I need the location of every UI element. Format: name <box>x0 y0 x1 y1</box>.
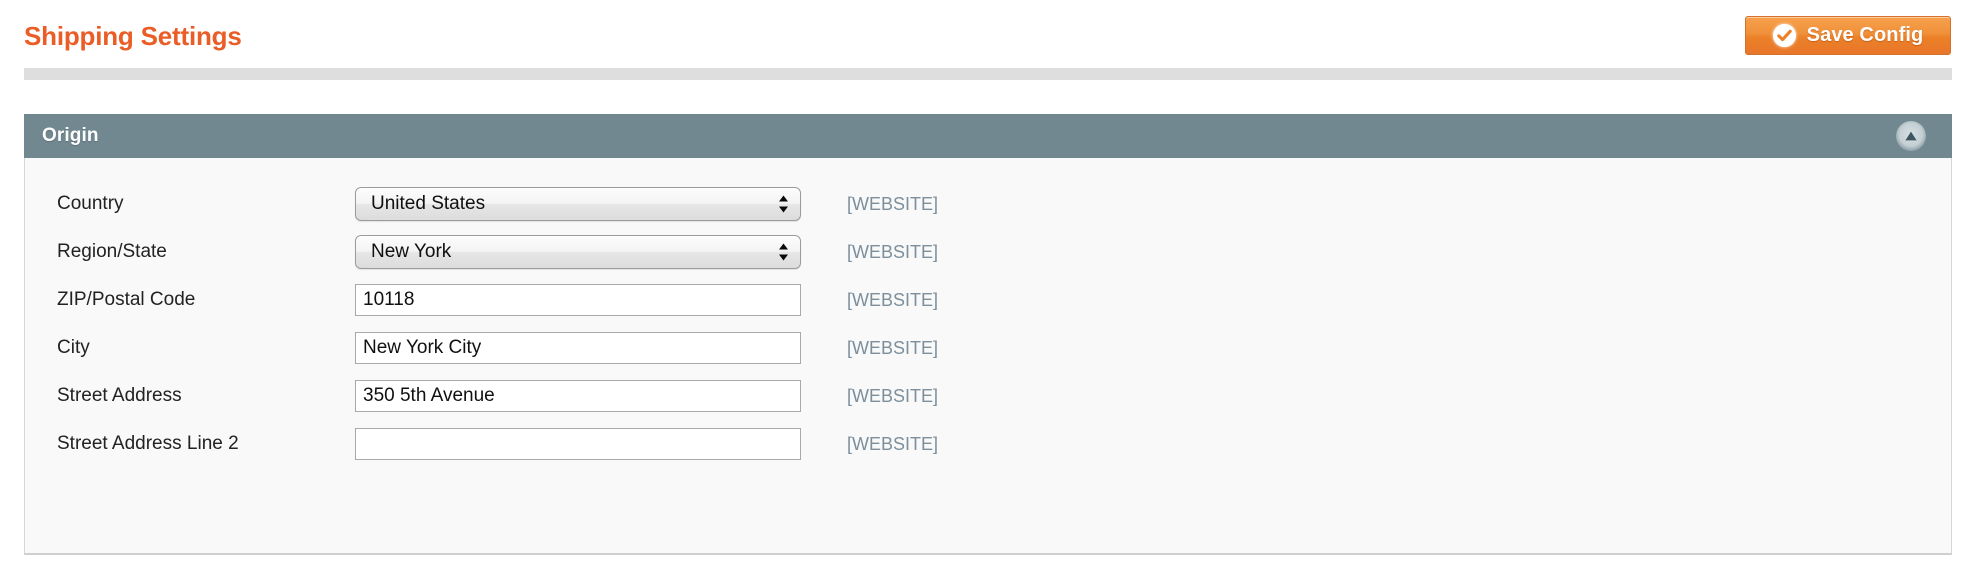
field-label: City <box>57 337 90 358</box>
form-row: Street Address Line 2 [WEBSITE] <box>25 420 1951 468</box>
form-row: ZIP/Postal Code 10118 [WEBSITE] <box>25 276 1951 324</box>
scope-label: [WEBSITE] <box>847 433 939 454</box>
field-wrapper: United States <box>355 187 801 221</box>
input-street-address-line-2[interactable] <box>355 428 801 460</box>
save-config-label: Save Config <box>1806 24 1924 46</box>
form-row: City New York City [WEBSITE] <box>25 324 1951 372</box>
scope-label: [WEBSITE] <box>847 241 939 262</box>
input-value: 10118 <box>363 289 415 310</box>
field-label: Region/State <box>57 241 167 262</box>
field-wrapper <box>355 428 801 460</box>
input-city[interactable]: New York City <box>355 332 801 364</box>
origin-panel-body: Country United States [WEBSITE] Region/Stat… <box>24 158 1952 555</box>
scope-label: [WEBSITE] <box>847 337 939 358</box>
input-street-address[interactable]: 350 5th Avenue <box>355 380 801 412</box>
scope-label: [WEBSITE] <box>847 289 939 310</box>
field-wrapper: New York <box>355 235 801 269</box>
form-row: Region/State New York [WEBSITE] <box>25 228 1951 276</box>
page-header: Shipping Settings Save Config <box>0 0 1976 72</box>
field-label: Street Address Line 2 <box>57 433 239 454</box>
origin-panel: Origin Country United States [WEBSITE] Regi… <box>24 114 1952 555</box>
form-row: Country United States [WEBSITE] <box>25 180 1951 228</box>
input-value: New York City <box>363 337 482 358</box>
header-divider <box>24 68 1952 80</box>
origin-panel-title: Origin <box>42 125 99 146</box>
scope-label: [WEBSITE] <box>847 193 939 214</box>
triangle-up-icon[interactable] <box>1896 121 1926 151</box>
select-value: New York <box>371 241 452 262</box>
field-label: ZIP/Postal Code <box>57 289 196 310</box>
input-value: 350 5th Avenue <box>363 385 495 406</box>
select-stepper-arrows-icon[interactable] <box>778 243 789 262</box>
select-region-state[interactable]: New York <box>355 235 801 269</box>
select-stepper-arrows-icon[interactable] <box>778 195 789 214</box>
page-title: Shipping Settings <box>24 21 242 51</box>
field-label: Street Address <box>57 385 182 406</box>
field-wrapper: 350 5th Avenue <box>355 380 801 412</box>
field-label: Country <box>57 193 124 214</box>
field-wrapper: 10118 <box>355 284 801 316</box>
check-circle-icon <box>1772 24 1796 47</box>
select-country[interactable]: United States <box>355 187 801 221</box>
select-value: United States <box>371 193 486 214</box>
origin-panel-header[interactable]: Origin <box>24 114 1952 158</box>
scope-label: [WEBSITE] <box>847 385 939 406</box>
input-zip-postal-code[interactable]: 10118 <box>355 284 801 316</box>
form-row: Street Address 350 5th Avenue [WEBSITE] <box>25 372 1951 420</box>
field-wrapper: New York City <box>355 332 801 364</box>
save-config-button[interactable]: Save Config <box>1745 16 1951 55</box>
